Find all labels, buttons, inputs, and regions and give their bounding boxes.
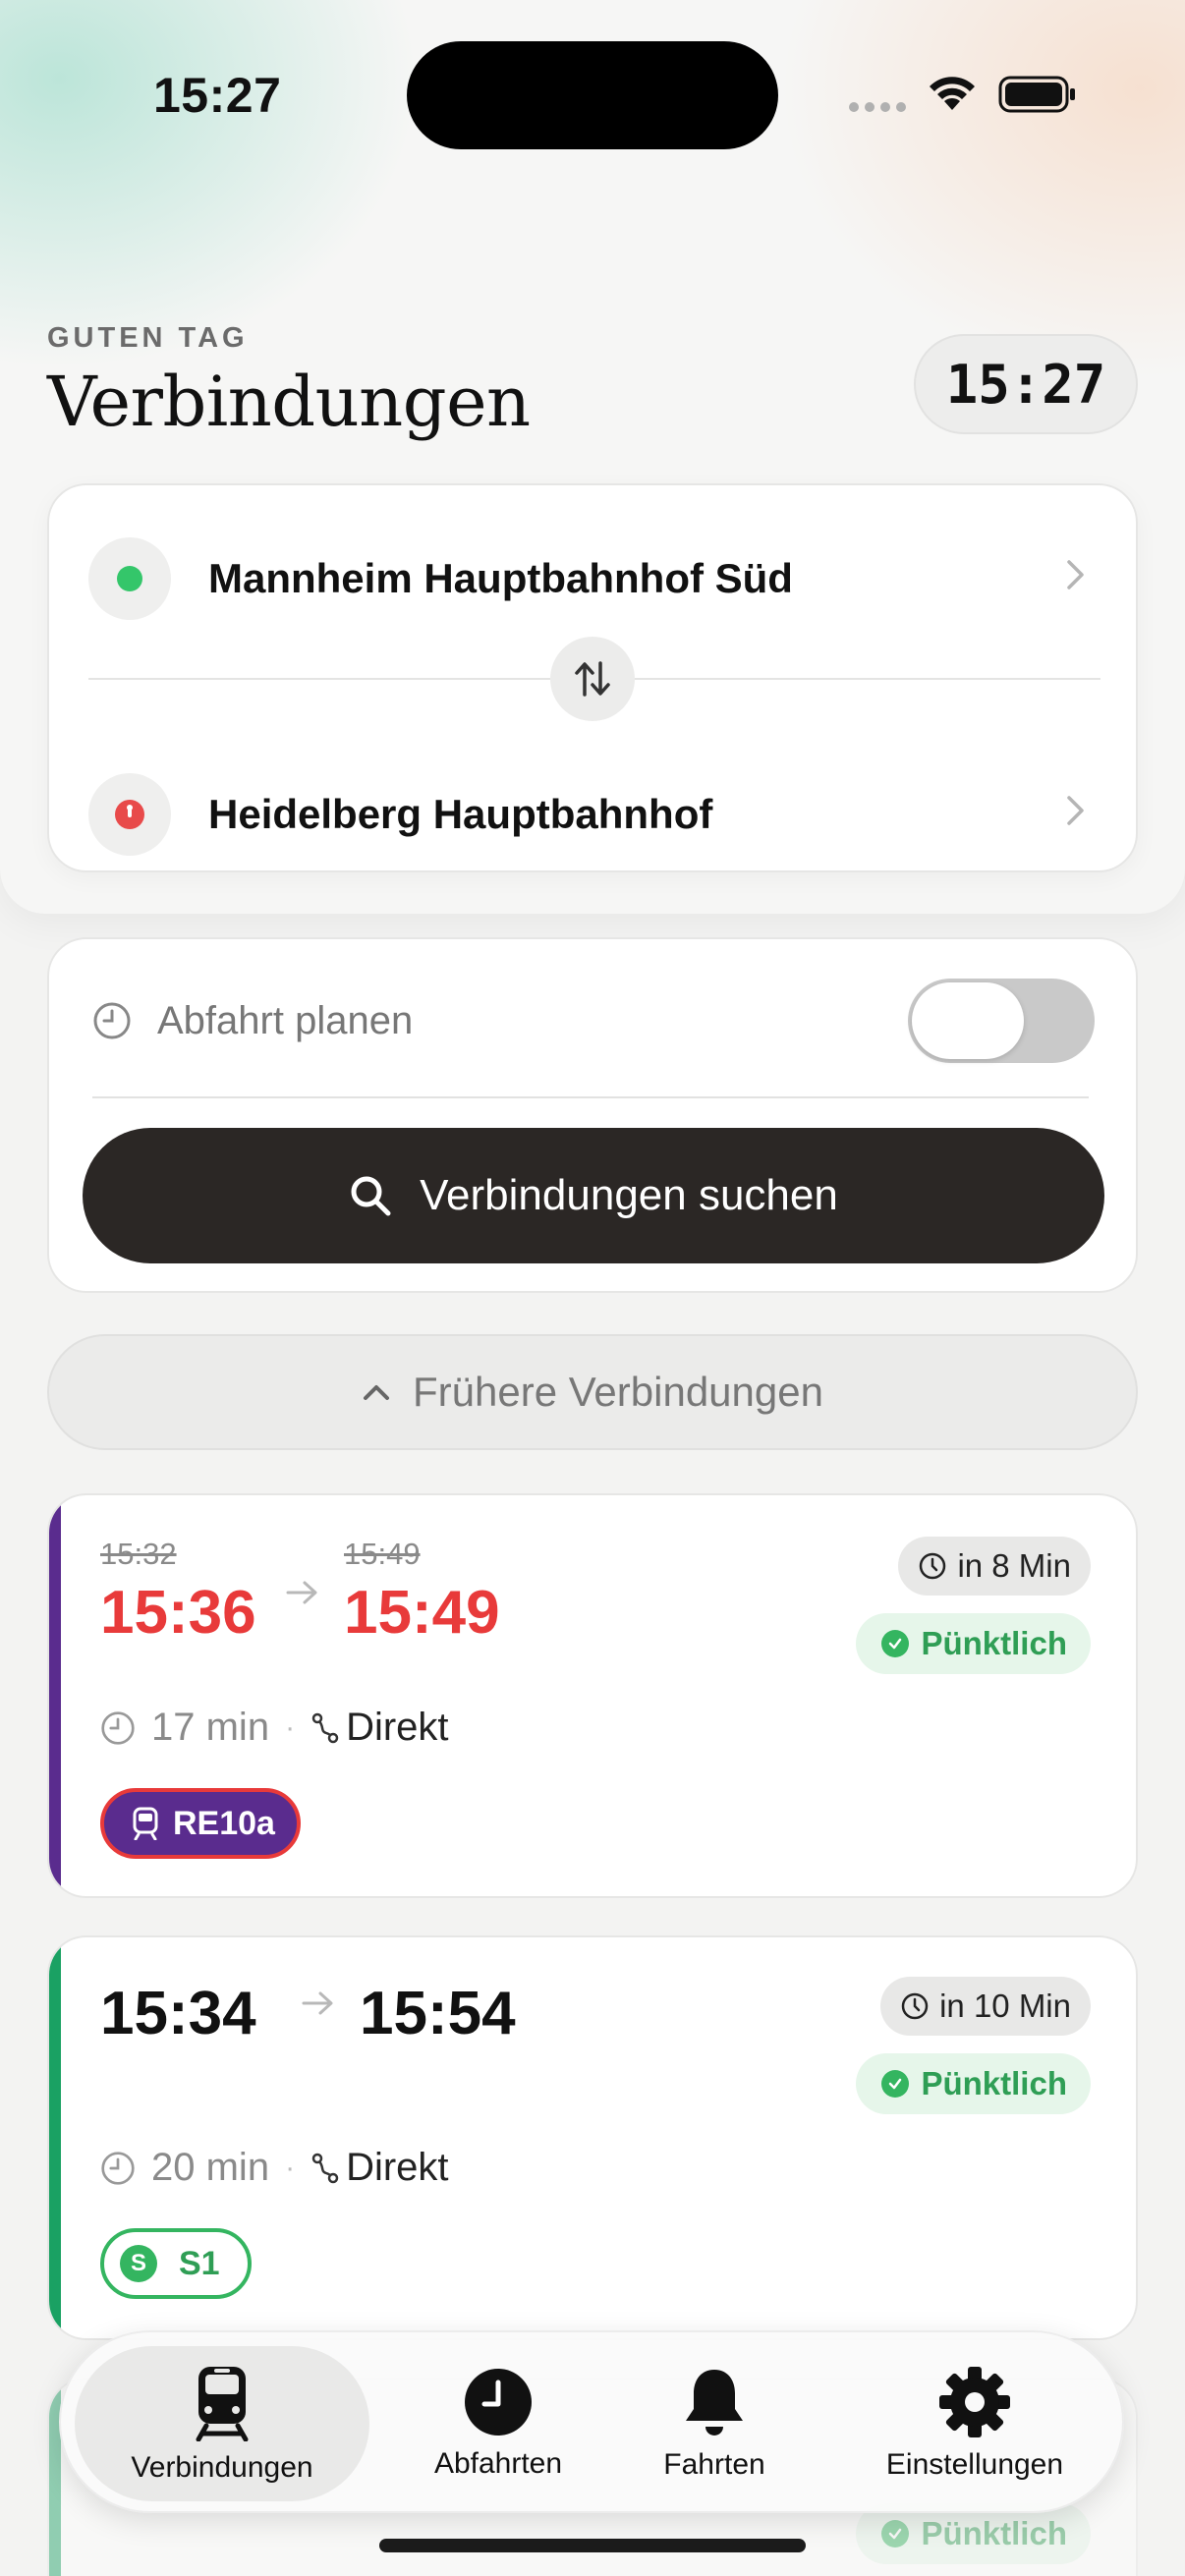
scheduled-arrival: 15:49 [344, 1537, 421, 1571]
gear-icon [939, 2367, 1010, 2437]
status-badge: Pünktlich [856, 1613, 1091, 1674]
s-bahn-icon: S [120, 2245, 157, 2282]
earlier-connections-button[interactable]: Frühere Verbindungen [47, 1334, 1138, 1450]
clock-icon [465, 2369, 532, 2436]
connection-card[interactable]: 15:34 15:54 in 10 Min Pünktlich 20 min ·… [47, 1935, 1138, 2340]
route-icon [311, 2153, 339, 2183]
clock-icon [101, 2151, 135, 2185]
line-badge: S S1 [100, 2228, 252, 2299]
swap-stations-button[interactable] [550, 637, 635, 721]
search-button-label: Verbindungen suchen [420, 1171, 838, 1219]
page-title: Verbindungen [47, 362, 531, 442]
transfers: Direkt [346, 2146, 449, 2189]
line-color-accent [49, 1495, 61, 1896]
route-card: Mannheim Hauptbahnhof Süd Heidelberg Hau… [47, 483, 1138, 872]
arrow-right-icon [286, 1581, 317, 1604]
swap-arrows-icon [575, 661, 610, 697]
search-card: Abfahrt planen Verbindungen suchen [47, 937, 1138, 1293]
transfers: Direkt [346, 1706, 449, 1749]
toggle-knob [912, 982, 1024, 1059]
line-badge: RE10a [100, 1788, 301, 1859]
tab-verbindungen[interactable]: Verbindungen [75, 2346, 369, 2501]
plan-departure-label: Abfahrt planen [157, 998, 414, 1042]
search-divider [92, 1096, 1089, 1098]
battery-icon [998, 76, 1075, 113]
chevron-right-icon [1065, 793, 1087, 837]
timer-icon [901, 1992, 929, 2020]
duration: 20 min [151, 2146, 270, 2189]
checkmark-icon [881, 2070, 910, 2098]
clock-icon [101, 1710, 135, 1745]
plan-departure-toggle[interactable] [908, 979, 1095, 1063]
departure-time: 15:34 [100, 1980, 256, 2047]
connection-card[interactable]: 15:32 15:49 15:36 15:49 in 8 Min Pünktli… [47, 1493, 1138, 1898]
checkmark-icon [881, 2520, 910, 2548]
dynamic-island [407, 41, 778, 149]
destination-station-name: Heidelberg Hauptbahnhof [208, 791, 713, 837]
train-icon [133, 1807, 158, 1840]
current-time-badge: 15:27 [914, 334, 1138, 434]
chevron-up-icon [364, 1385, 389, 1400]
destination-station-row[interactable]: Heidelberg Hauptbahnhof [88, 770, 1100, 859]
checkmark-icon [881, 1630, 910, 1657]
train-icon [196, 2367, 249, 2441]
timer-icon [920, 1552, 946, 1580]
actual-departure: 15:36 [100, 1579, 256, 1647]
eta-badge: in 8 Min [898, 1537, 1091, 1596]
tab-bar: Verbindungen Abfahrten Fahrten Einstellu… [59, 2330, 1124, 2513]
bell-icon [686, 2370, 743, 2436]
scheduled-departure: 15:32 [100, 1537, 177, 1571]
cellular-signal-icon [849, 102, 906, 112]
arrival-time: 15:54 [360, 1980, 516, 2047]
search-connections-button[interactable]: Verbindungen suchen [83, 1128, 1104, 1263]
clock-icon [93, 1002, 131, 1039]
wifi-icon [930, 77, 975, 110]
home-indicator [379, 2539, 806, 2552]
chevron-right-icon [1065, 557, 1087, 601]
tab-fahrten[interactable]: Fahrten [631, 2346, 798, 2501]
plan-departure-row: Abfahrt planen [92, 979, 1095, 1063]
earlier-connections-label: Frühere Verbindungen [413, 1369, 823, 1415]
search-icon [351, 1176, 391, 1216]
duration: 17 min [151, 1706, 270, 1749]
actual-arrival: 15:49 [344, 1579, 500, 1647]
origin-station-name: Mannheim Hauptbahnhof Süd [208, 555, 793, 601]
tab-einstellungen[interactable]: Einstellungen [847, 2346, 1102, 2501]
route-icon [311, 1712, 339, 1743]
connection-meta: 20 min · Direkt [100, 2146, 449, 2190]
arrow-right-icon [302, 1991, 333, 2015]
origin-station-row[interactable]: Mannheim Hauptbahnhof Süd [88, 534, 1100, 623]
greeting-label: GUTEN TAG [47, 322, 249, 354]
status-badge: Pünktlich [856, 2053, 1091, 2114]
status-bar-time: 15:27 [153, 68, 282, 123]
origin-dot-icon [88, 537, 171, 620]
destination-pin-icon [88, 773, 171, 856]
tab-abfahrten[interactable]: Abfahrten [395, 2346, 601, 2501]
line-color-accent [49, 1937, 61, 2338]
connection-meta: 17 min · Direkt [100, 1706, 449, 1750]
eta-badge: in 10 Min [880, 1977, 1091, 2036]
